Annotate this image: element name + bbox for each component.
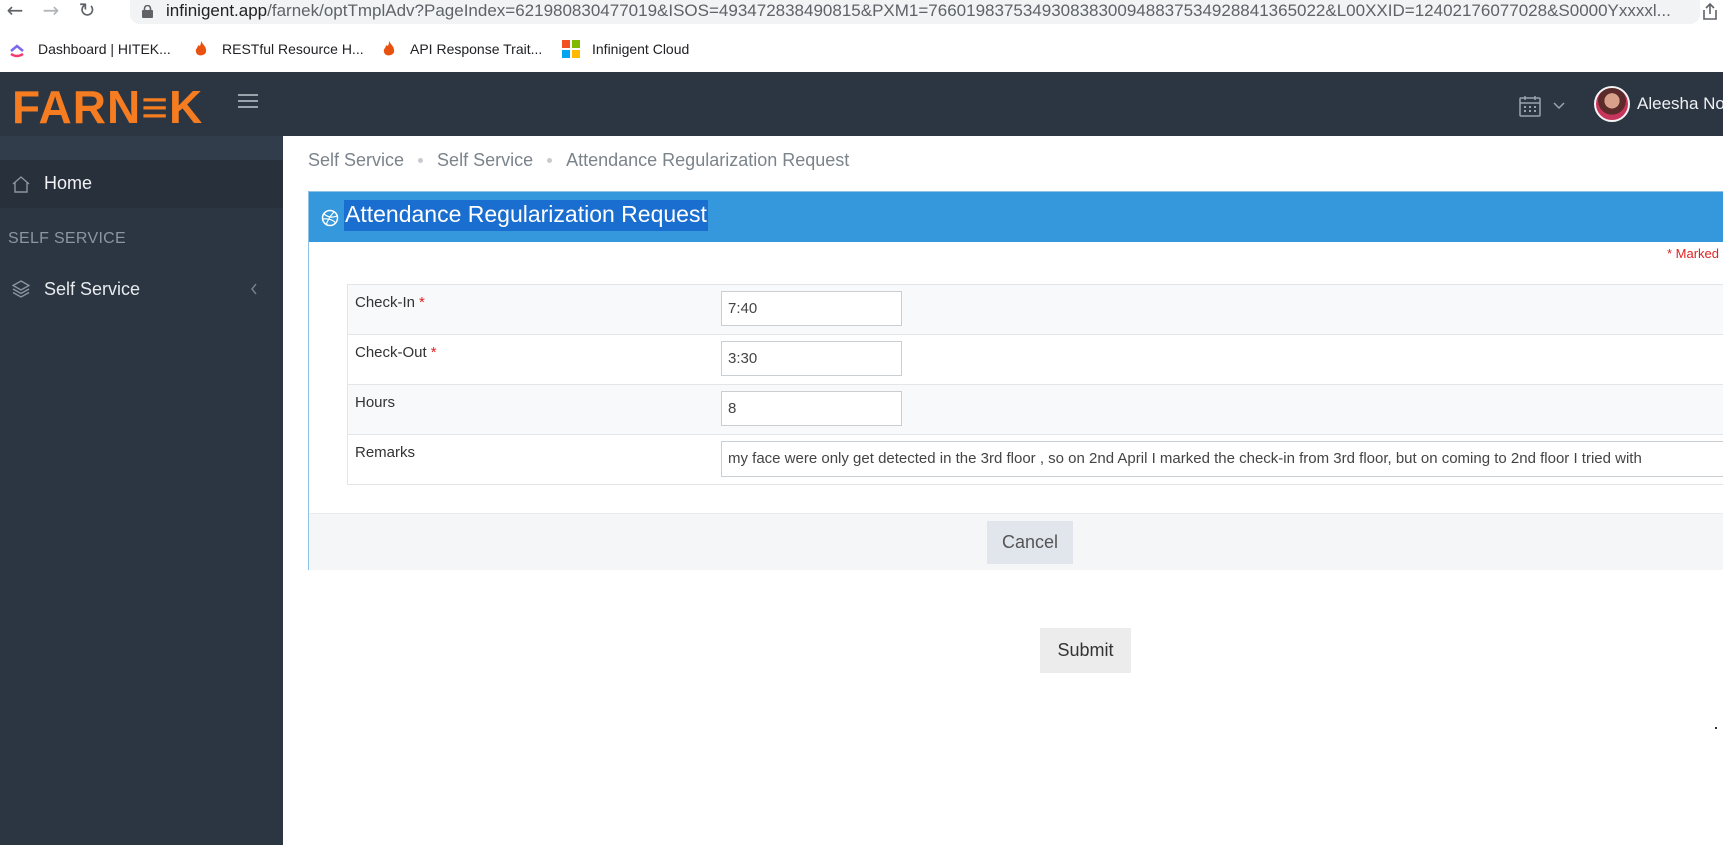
home-icon (12, 176, 30, 193)
farnek-logo[interactable]: FARN≡K (12, 80, 203, 134)
remarks-textarea[interactable]: my face were only get detected in the 3r… (721, 441, 1723, 477)
share-icon[interactable] (1700, 2, 1720, 22)
browser-toolbar: ← → ↻ infinigent.app/farnek/optTmplAdv?P… (0, 0, 1723, 27)
breadcrumb-separator (418, 158, 424, 163)
chevron-down-icon[interactable] (1552, 98, 1566, 112)
sidebar: Home SELF SERVICE Self Service (0, 136, 283, 845)
calendar-icon[interactable] (1518, 94, 1542, 118)
forward-arrow-icon[interactable]: → (40, 0, 62, 22)
app-header: FARN≡K Aleesha No (0, 72, 1723, 136)
form-table: Check-In * 7:40 Check-Out * 3:30 Hours 8 R… (347, 284, 1723, 485)
sidebar-item-self-service[interactable]: Self Service (0, 271, 283, 311)
bookmark-item[interactable]: RESTful Resource H... (192, 39, 364, 59)
lock-icon (142, 5, 153, 18)
form-panel: Attendance Regularization Request * Mark… (308, 191, 1723, 570)
field-label: Remarks (355, 444, 416, 461)
table-row: Hours 8 (347, 385, 1723, 435)
panel-footer: Cancel (309, 513, 1723, 570)
layers-icon (11, 280, 31, 298)
avatar[interactable] (1594, 86, 1630, 122)
bookmark-item[interactable]: API Response Trait... (380, 39, 542, 59)
table-row: Check-Out * 3:30 (347, 335, 1723, 385)
sidebar-item-label: Self Service (44, 279, 141, 299)
hours-input[interactable]: 8 (721, 391, 902, 426)
bookmarks-bar: Dashboard | HITEK... RESTful Resource H.… (0, 35, 1723, 65)
breadcrumb-item[interactable]: Self Service (308, 150, 404, 171)
sidebar-top-strip (0, 136, 283, 160)
breadcrumb-separator (547, 158, 553, 163)
chevron-left-icon[interactable] (248, 281, 260, 297)
address-bar[interactable]: infinigent.app/farnek/optTmplAdv?PageInd… (130, 0, 1700, 24)
flame-icon (383, 41, 395, 56)
microsoft-icon (562, 40, 580, 58)
required-note: * Marked (1667, 246, 1720, 261)
hamburger-menu-icon[interactable] (238, 94, 258, 110)
back-arrow-icon[interactable]: ← (4, 0, 26, 22)
breadcrumb-item[interactable]: Self Service (437, 150, 533, 171)
url-text: infinigent.app/farnek/optTmplAdv?PageInd… (166, 1, 1671, 20)
page-title: Attendance Regularization Request (344, 200, 708, 231)
sidebar-item-home[interactable]: Home (0, 160, 283, 208)
field-label: Check-In * (355, 294, 425, 311)
sidebar-item-label: Home (44, 173, 93, 193)
bookmark-item[interactable]: Infinigent Cloud (562, 39, 689, 59)
cancel-button[interactable]: Cancel (987, 521, 1073, 564)
reload-icon[interactable]: ↻ (76, 0, 98, 22)
stray-dot (1715, 727, 1717, 729)
flame-icon (195, 41, 207, 56)
panel-header: Attendance Regularization Request (309, 192, 1723, 242)
breadcrumb-current: Attendance Regularization Request (566, 150, 850, 170)
sidebar-section-heading: SELF SERVICE (8, 230, 127, 247)
submit-button[interactable]: Submit (1040, 628, 1131, 673)
field-label: Hours (355, 394, 396, 411)
dribbble-icon (321, 209, 339, 227)
clickup-icon (10, 44, 24, 58)
required-marker: * (419, 294, 425, 311)
table-row: Check-In * 7:40 (347, 285, 1723, 335)
field-label: Check-Out * (355, 344, 437, 361)
check-in-input[interactable]: 7:40 (721, 291, 902, 326)
breadcrumb: Self Service Self Service Attendance Reg… (308, 150, 849, 171)
check-out-input[interactable]: 3:30 (721, 341, 902, 376)
required-marker: * (430, 344, 437, 361)
bookmark-item[interactable]: Dashboard | HITEK... (8, 39, 171, 59)
table-row: Remarks my face were only get detected i… (347, 435, 1723, 485)
user-name[interactable]: Aleesha No (1637, 94, 1723, 114)
